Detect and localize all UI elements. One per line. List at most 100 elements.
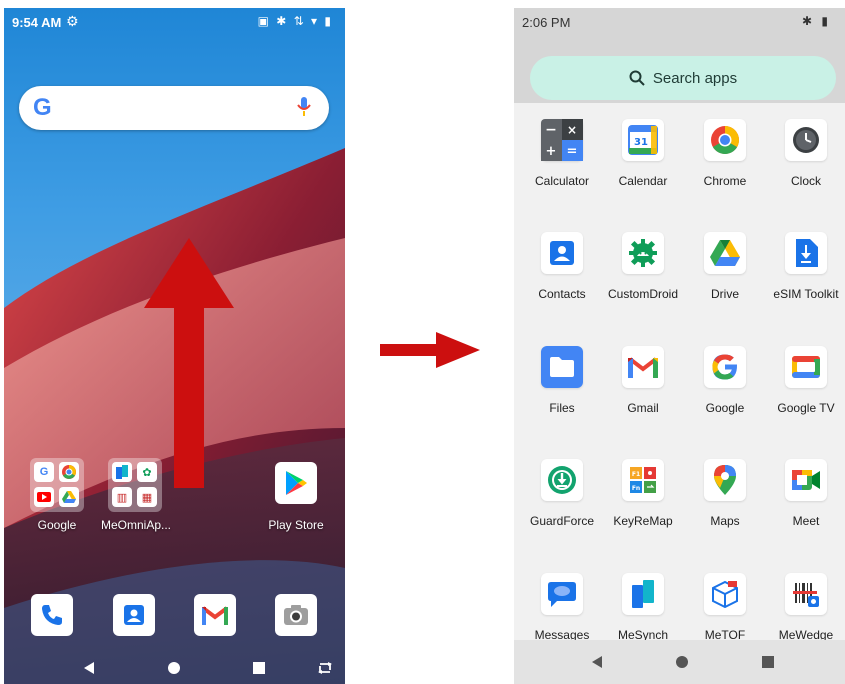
dock-gmail-icon[interactable] [194, 594, 236, 636]
folder-google[interactable]: G [30, 458, 84, 512]
status-time: 2:06 PM [522, 15, 571, 30]
meet-icon [785, 459, 827, 501]
app-esim-toolkit[interactable]: eSIM Toolkit [765, 221, 845, 321]
metof-icon [704, 573, 746, 615]
app-mewedge[interactable]: MeWedge [765, 562, 845, 648]
app-label: Calendar [618, 174, 668, 188]
svg-text:+: + [546, 144, 557, 159]
app-guardforce[interactable]: GuardForce [521, 448, 603, 548]
app-files[interactable]: Files [521, 335, 603, 435]
app-keyremap[interactable]: F1 Fn KeyReMap [602, 448, 684, 548]
google-search-bar[interactable]: G [19, 86, 329, 130]
metof-icon: ▦ [137, 487, 157, 507]
app-messages[interactable]: Messages [521, 562, 603, 648]
status-icons: ✱ ▮ [802, 14, 831, 28]
app-contacts[interactable]: Contacts [521, 221, 603, 321]
dock-contacts-icon[interactable] [113, 594, 155, 636]
app-google[interactable]: Google [684, 335, 766, 435]
drive-icon [59, 487, 79, 507]
gmail-icon [622, 346, 664, 388]
chrome-icon [59, 462, 79, 482]
status-bar: 9:54 AM ⚙ ▣ ✱ ⇅ ▾ ▮ [4, 8, 345, 36]
app-label: Clock [790, 174, 821, 188]
files-icon [541, 346, 583, 388]
search-apps-field[interactable]: Search apps [530, 56, 836, 100]
settings-gear-icon: ⚙ [66, 13, 79, 29]
messages-icon [541, 573, 583, 615]
app-mesynch[interactable]: MeSynch [602, 562, 684, 648]
app-meet[interactable]: Meet [765, 448, 845, 548]
rotate-icon[interactable] [317, 661, 333, 675]
google-logo-icon: G [33, 94, 52, 121]
contacts-icon [541, 232, 583, 274]
app-clock[interactable]: Clock [765, 108, 845, 208]
folder-google-label: Google [37, 518, 77, 532]
svg-text:×: × [567, 123, 577, 137]
app-label: Google TV [777, 401, 835, 415]
dock-camera-icon[interactable] [275, 594, 317, 636]
esim-toolkit-icon [785, 232, 827, 274]
svg-text:=: = [567, 144, 578, 159]
google-tv-icon [785, 346, 827, 388]
microphone-icon[interactable] [297, 96, 311, 118]
app-google-tv[interactable]: Google TV [765, 335, 845, 435]
calendar-day-text: 31 [634, 137, 648, 148]
app-label: Meet [792, 514, 820, 528]
navigation-bar [4, 652, 345, 684]
mesynch-icon [112, 462, 132, 482]
recents-icon[interactable] [252, 661, 266, 675]
keyremap-icon: F1 Fn [622, 459, 664, 501]
customdroid-icon: ✿ [137, 462, 157, 482]
transition-right-arrow [380, 332, 480, 368]
app-label: eSIM Toolkit [773, 287, 839, 301]
app-calculator[interactable]: − × + = Calculator [521, 108, 603, 208]
google-icon: G [34, 462, 54, 482]
maps-icon [704, 459, 746, 501]
clock-icon [785, 119, 827, 161]
mesynch-icon [622, 573, 664, 615]
app-label: KeyReMap [613, 514, 673, 528]
guardforce-icon [541, 459, 583, 501]
search-apps-placeholder: Search apps [652, 69, 738, 87]
mewedge-icon [785, 573, 827, 615]
app-drive[interactable]: Drive [684, 221, 766, 321]
app-grid: − × + = Calculator 31 Calendar Chrome Clock [514, 108, 845, 648]
dock-phone-icon[interactable] [31, 594, 73, 636]
back-icon[interactable] [590, 655, 604, 669]
folder-meomniapps[interactable]: ✿ ▥ ▦ [108, 458, 162, 512]
swipe-up-arrow [144, 238, 234, 488]
home-screen: 9:54 AM ⚙ ▣ ✱ ⇅ ▾ ▮ G G Google ✿ ▥ ▦ MeO… [4, 8, 345, 684]
app-metof[interactable]: MeTOF [684, 562, 766, 648]
app-gmail[interactable]: Gmail [602, 335, 684, 435]
status-time: 9:54 AM [12, 15, 62, 30]
recents-icon[interactable] [761, 655, 775, 669]
app-label: Files [549, 401, 575, 415]
app-label: Gmail [627, 401, 659, 415]
search-icon [629, 70, 645, 86]
app-label: Chrome [703, 174, 747, 188]
home-icon[interactable] [167, 661, 181, 675]
back-icon[interactable] [82, 661, 96, 675]
app-label: CustomDroid [607, 287, 679, 301]
svg-text:−: − [545, 122, 557, 138]
svg-text:F1: F1 [632, 471, 640, 478]
app-label: GuardForce [529, 514, 595, 528]
chrome-icon [704, 119, 746, 161]
app-calendar[interactable]: 31 Calendar [602, 108, 684, 208]
app-label: Google [705, 401, 745, 415]
home-icon[interactable] [675, 655, 689, 669]
mewedge-icon: ▥ [112, 487, 132, 507]
app-maps[interactable]: Maps [684, 448, 766, 548]
play-store-label: Play Store [268, 518, 324, 532]
svg-text:Fn: Fn [632, 485, 640, 492]
app-label: Calculator [534, 174, 590, 188]
drawer-header: 2:06 PM ✱ ▮ Search apps [514, 8, 845, 103]
calendar-icon: 31 [622, 119, 664, 161]
app-customdroid[interactable]: CustomDroid [602, 221, 684, 321]
calculator-icon: − × + = [541, 119, 583, 161]
app-label: Drive [710, 287, 739, 301]
navigation-bar [514, 640, 845, 684]
app-chrome[interactable]: Chrome [684, 108, 766, 208]
google-icon [704, 346, 746, 388]
play-store-icon[interactable] [275, 462, 317, 504]
